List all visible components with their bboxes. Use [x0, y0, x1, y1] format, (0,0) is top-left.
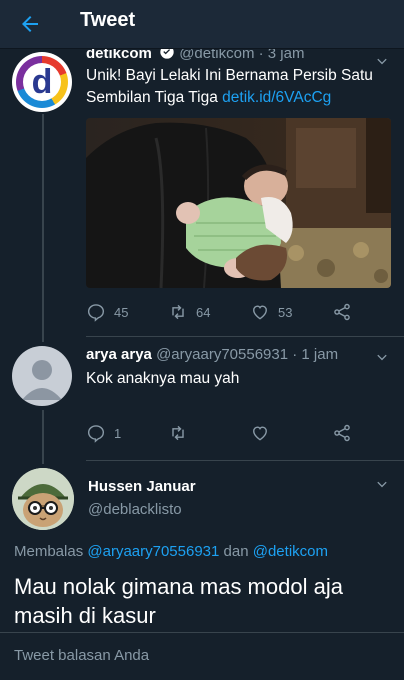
replying-to: Membalas @aryaary70556931 dan @detikcom — [14, 543, 328, 560]
share-icon — [334, 424, 350, 442]
like-button[interactable] — [250, 421, 278, 445]
tweet-header: arya arya @aryaary70556931 · 1 jam — [86, 345, 338, 365]
replying-mention[interactable]: @detikcom — [253, 543, 328, 560]
replying-prefix: Membalas — [14, 543, 84, 560]
like-count: 53 — [278, 304, 293, 320]
tweet-link[interactable]: detik.id/6VAcCg — [222, 89, 331, 106]
back-button[interactable] — [12, 6, 48, 42]
focused-tweet-text: Mau nolak gimana mas modol aja masih di … — [14, 574, 343, 628]
arrow-left-icon — [22, 16, 38, 32]
display-name[interactable]: Hussen Januar — [88, 478, 196, 495]
reply-count: 45 — [114, 304, 129, 320]
replying-and: dan — [223, 543, 249, 560]
chevron-down-icon[interactable] — [374, 477, 390, 493]
retweet-icon — [172, 304, 184, 320]
detik-logo-icon: d — [23, 63, 61, 101]
chevron-down-icon[interactable] — [374, 350, 390, 366]
reply-input[interactable]: Tweet balasan Anda — [14, 647, 149, 664]
heart-icon — [253, 305, 267, 320]
default-avatar-icon — [22, 360, 62, 400]
tweet-text: Kok anaknya mau yah — [86, 370, 240, 387]
tweet-actions: 1 — [86, 421, 366, 445]
thread-line — [42, 114, 44, 342]
retweet-button[interactable]: 64 — [168, 300, 210, 324]
retweet-button[interactable] — [168, 421, 196, 445]
user-handle[interactable]: @aryaary70556931 — [156, 346, 288, 363]
replying-mention[interactable]: @aryaary70556931 — [87, 543, 219, 560]
tweet-actions: 45 64 53 — [86, 300, 366, 324]
timestamp: 1 jam — [301, 346, 339, 363]
cat-avatar-icon — [12, 468, 74, 530]
like-button[interactable]: 53 — [250, 300, 292, 324]
reply-icon — [87, 304, 105, 322]
share-button[interactable] — [332, 300, 352, 324]
baby-photo-icon — [86, 118, 391, 288]
reply-composer[interactable]: Tweet balasan Anda — [0, 632, 404, 680]
reply-count: 1 — [114, 425, 122, 441]
dot-separator: · — [292, 346, 298, 363]
retweet-count: 64 — [196, 304, 211, 320]
thread-line — [42, 410, 44, 464]
reply-icon — [87, 425, 105, 443]
heart-icon — [253, 426, 267, 441]
avatar[interactable] — [12, 346, 72, 406]
divider — [86, 336, 404, 337]
tweet-text: Unik! Bayi Lelaki Ini Bernama Persib Sat… — [86, 65, 391, 109]
reply-button[interactable]: 1 — [86, 421, 121, 445]
top-bar: Tweet — [0, 0, 404, 48]
share-icon — [334, 303, 350, 321]
tweet-media-image[interactable] — [86, 118, 391, 288]
retweet-icon — [172, 425, 184, 441]
divider — [86, 460, 404, 461]
display-name[interactable]: arya arya — [86, 346, 152, 363]
user-handle[interactable]: @deblacklisto — [88, 501, 182, 518]
reply-button[interactable]: 45 — [86, 300, 128, 324]
avatar[interactable]: d — [12, 52, 72, 112]
avatar[interactable] — [12, 468, 74, 530]
share-button[interactable] — [332, 421, 352, 445]
page-title: Tweet — [80, 9, 136, 31]
